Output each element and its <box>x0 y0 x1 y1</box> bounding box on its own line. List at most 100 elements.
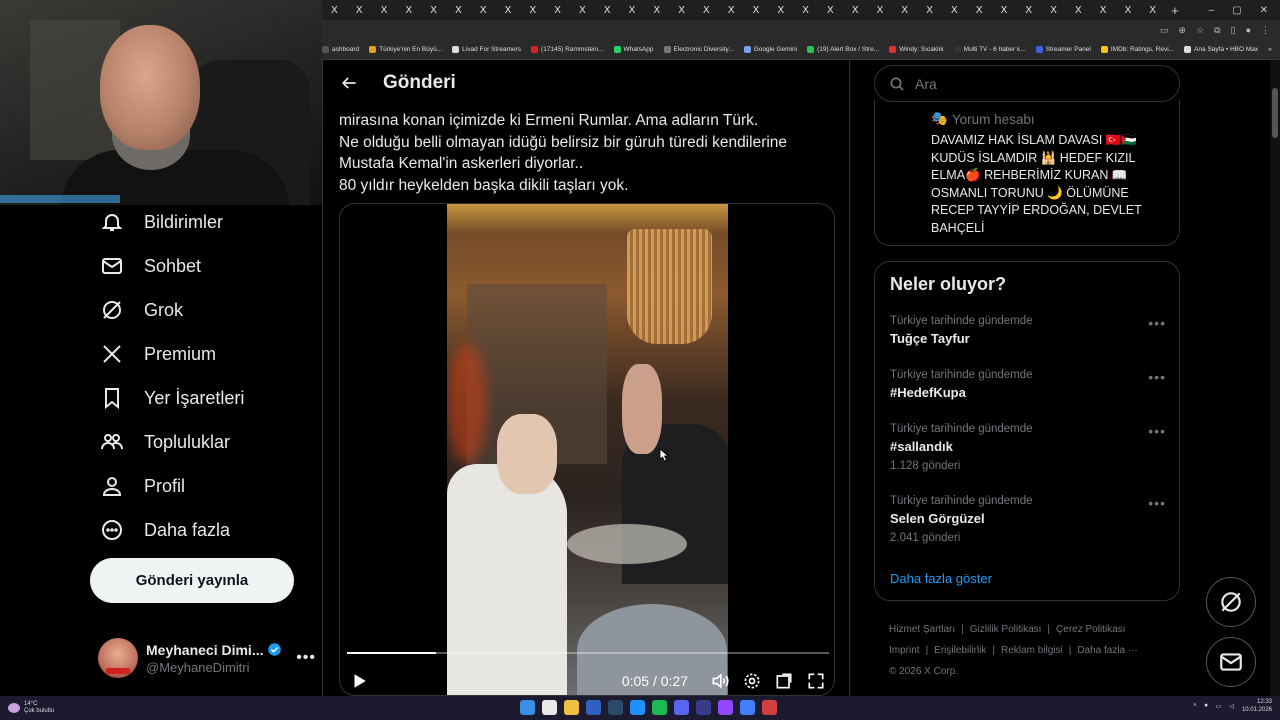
sidebar-item-premium[interactable]: Premium <box>90 332 320 376</box>
footer-link[interactable]: Erişilebilirlik <box>934 645 986 656</box>
clock[interactable]: 12:33 10.01.2026 <box>1242 698 1272 714</box>
sidebar-item-grok[interactable]: Grok <box>90 288 320 332</box>
browser-tab[interactable]: X <box>421 0 446 20</box>
browser-tab[interactable]: X <box>446 0 471 20</box>
browser-tab[interactable]: X <box>570 0 595 20</box>
browser-tab[interactable]: X <box>744 0 769 20</box>
bookmark-item[interactable]: ashboard <box>322 46 359 53</box>
browser-tab[interactable]: X <box>892 0 917 20</box>
browser-tab[interactable]: X <box>719 0 744 20</box>
fullscreen-icon[interactable] <box>806 671 826 691</box>
browser-tab[interactable]: X <box>396 0 421 20</box>
profile-avatar-icon[interactable]: ● <box>1246 25 1251 35</box>
browser-tab[interactable]: X <box>372 0 397 20</box>
sidebar-item-notifications[interactable]: Bildirimler <box>90 200 320 244</box>
browser-tab[interactable]: X <box>595 0 620 20</box>
browser-menu-icon[interactable]: ⋮ <box>1261 25 1270 36</box>
browser-tab[interactable]: X <box>942 0 967 20</box>
browser-tab[interactable]: X <box>644 0 669 20</box>
bookmark-item[interactable]: WhatsApp <box>613 46 654 53</box>
show-more-link[interactable]: Daha fazla göster <box>890 571 992 586</box>
trend-item[interactable]: Türkiye tarihinde gündemde Tuğçe Tayfur … <box>890 315 1166 346</box>
zoom-icon[interactable]: ⊕ <box>1179 25 1187 36</box>
sidebar-item-more[interactable]: Daha fazla <box>90 508 320 552</box>
sidebar-item-profile[interactable]: Profil <box>90 464 320 508</box>
scrollbar-thumb[interactable] <box>1272 88 1278 138</box>
bookmark-item[interactable]: Google Gemini <box>743 46 797 53</box>
browser-tab[interactable]: X <box>992 0 1017 20</box>
network-icon[interactable]: ▭ <box>1216 703 1222 710</box>
page-scrollbar[interactable] <box>1270 60 1280 696</box>
browser-tab[interactable]: X <box>1041 0 1066 20</box>
play-icon[interactable] <box>350 672 368 690</box>
video-progress-bar[interactable] <box>347 652 829 654</box>
sidebar-item-communities[interactable]: Topluluklar <box>90 420 320 464</box>
sidebar-item-bookmarks[interactable]: Yer İşaretleri <box>90 376 320 420</box>
browser-tab[interactable]: X <box>496 0 521 20</box>
app-icon-1[interactable] <box>586 700 601 715</box>
messages-fab-button[interactable] <box>1206 637 1256 687</box>
app-icon-3[interactable] <box>696 700 711 715</box>
footer-link[interactable]: Imprint <box>889 645 920 656</box>
account-more-icon[interactable]: ••• <box>296 649 316 667</box>
discord-icon[interactable] <box>674 700 689 715</box>
weather-widget[interactable]: 14°C Çok bulutlu <box>0 701 54 715</box>
browser-tab[interactable]: X <box>545 0 570 20</box>
bookmark-item[interactable]: Multi TV - 6 haber k... <box>953 46 1026 53</box>
browser-tab[interactable]: X <box>471 0 496 20</box>
browser-tab[interactable]: X <box>917 0 942 20</box>
account-switcher[interactable]: Meyhaneci Dimi... @MeyhaneDimitri ••• <box>98 636 316 680</box>
browser-tab[interactable]: X <box>620 0 645 20</box>
bookmark-item[interactable]: Livad For Streamers <box>452 46 521 53</box>
browser-tab[interactable]: X <box>967 0 992 20</box>
spotify-icon[interactable] <box>652 700 667 715</box>
browser-tab[interactable]: X <box>322 0 347 20</box>
sidebar-item-chat[interactable]: Sohbet <box>90 244 320 288</box>
picture-in-picture-icon[interactable] <box>774 671 794 691</box>
trend-more-icon[interactable]: ••• <box>1148 315 1166 331</box>
browser-tab[interactable]: X <box>669 0 694 20</box>
extensions-icon[interactable]: ⧉ <box>1214 25 1220 36</box>
file-explorer-icon[interactable] <box>564 700 579 715</box>
steam-icon[interactable] <box>608 700 623 715</box>
browser-tab[interactable]: X <box>1091 0 1116 20</box>
bookmark-item[interactable]: Electronic Diversity... <box>663 46 734 53</box>
tray-chevron-icon[interactable]: ˄ <box>1193 703 1197 709</box>
bookmark-item[interactable]: IMDb: Ratings, Revi... <box>1100 46 1174 53</box>
browser-tab[interactable]: X <box>520 0 545 20</box>
search-box[interactable] <box>874 65 1180 102</box>
browser-tab[interactable]: X <box>1066 0 1091 20</box>
cast-icon[interactable]: ▭ <box>1160 25 1169 36</box>
trend-item[interactable]: Türkiye tarihinde gündemde #sallandık 1.… <box>890 423 1166 472</box>
bookmark-item[interactable]: Ana Sayfa • HBO Max <box>1184 46 1258 53</box>
trend-item[interactable]: Türkiye tarihinde gündemde Selen Görgüze… <box>890 495 1166 544</box>
twitch-icon[interactable] <box>718 700 733 715</box>
browser-tab[interactable]: X <box>347 0 372 20</box>
post-button[interactable]: Gönderi yayınla <box>90 558 294 603</box>
trend-more-icon[interactable]: ••• <box>1148 423 1166 439</box>
app-icon-4[interactable] <box>740 700 755 715</box>
trend-more-icon[interactable]: ••• <box>1148 369 1166 385</box>
sidebar-icon[interactable]: ▯ <box>1231 25 1236 36</box>
search-input[interactable] <box>915 75 1155 92</box>
bookmark-item[interactable]: (19) Alert Box / Stre... <box>807 46 879 53</box>
bookmark-item[interactable]: (17145) Rammstein... <box>531 46 604 53</box>
browser-tab[interactable]: X <box>1116 0 1141 20</box>
minimize-button[interactable]: – <box>1209 5 1215 16</box>
back-arrow-icon[interactable] <box>339 73 359 93</box>
star-icon[interactable]: ☆ <box>1196 25 1204 36</box>
bookmarks-overflow-icon[interactable]: » <box>1268 46 1272 53</box>
bookmark-item[interactable]: Windy: Sıcaklık <box>889 46 944 53</box>
close-button[interactable]: ✕ <box>1260 5 1268 16</box>
bookmark-item[interactable]: Türkiye'nin En Büyü... <box>369 46 442 53</box>
maximize-button[interactable]: ▢ <box>1232 5 1241 16</box>
browser-tab[interactable]: X <box>1140 0 1165 20</box>
footer-link[interactable]: Hizmet Şartları <box>889 624 955 635</box>
browser-tab[interactable]: X <box>868 0 893 20</box>
browser-tab[interactable]: X <box>768 0 793 20</box>
chrome-icon[interactable] <box>542 700 557 715</box>
trend-item[interactable]: Türkiye tarihinde gündemde #HedefKupa ••… <box>890 369 1166 400</box>
browser-tab[interactable]: X <box>818 0 843 20</box>
browser-tab[interactable]: X <box>793 0 818 20</box>
bookmark-item[interactable]: Streamer Panel <box>1035 46 1091 53</box>
